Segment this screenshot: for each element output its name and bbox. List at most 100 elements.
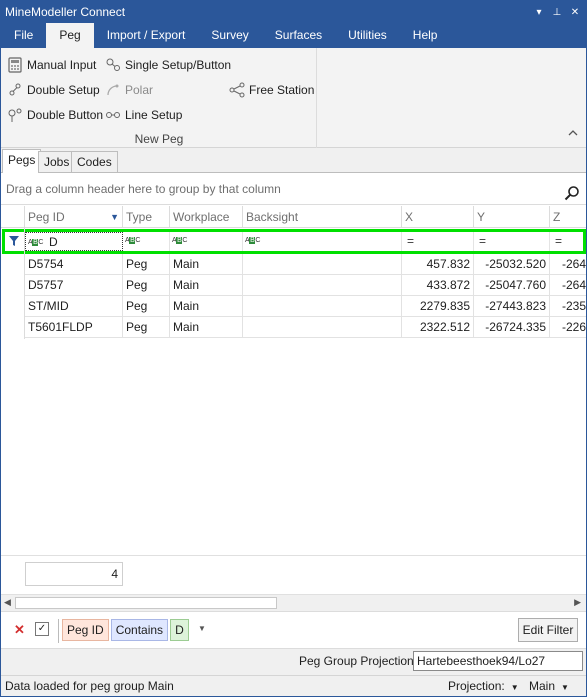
close-icon[interactable]: ✕ — [568, 7, 582, 18]
enable-filter-checkbox[interactable]: ✓ — [35, 622, 49, 636]
projection-dropdown[interactable]: Projection: ▼ — [448, 676, 519, 697]
tab-peg[interactable]: Peg — [46, 23, 94, 48]
ribbon-panel: Manual Input Double Setup Double Button … — [1, 48, 586, 148]
backsight-filter-input[interactable]: ABC — [243, 232, 402, 251]
collapse-ribbon-icon[interactable] — [568, 128, 578, 140]
line-setup-label: Line Setup — [125, 108, 183, 122]
auto-filter-row: ABC D ABC ABC ABC = = = — [2, 229, 586, 254]
z-filter-input[interactable]: = — [550, 232, 583, 251]
x-filter-input[interactable]: = — [402, 232, 474, 251]
table-row[interactable]: T5601FLDP Peg Main 2322.512 -26724.335 -… — [25, 317, 586, 338]
tab-survey[interactable]: Survey — [198, 23, 261, 48]
line-setup-button[interactable]: Line Setup — [105, 105, 182, 125]
clear-filter-icon[interactable]: ✕ — [14, 622, 25, 638]
chevron-down-icon: ▼ — [510, 683, 519, 692]
app-window: MineModeller Connect ▾ ⊥ ✕ File Peg Impo… — [0, 0, 587, 697]
filter-value-chip[interactable]: D — [170, 619, 189, 641]
manual-input-button[interactable]: Manual Input — [7, 55, 96, 75]
filter-active-icon[interactable]: ▼ — [110, 206, 119, 228]
free-station-icon — [229, 82, 245, 98]
cell-z: -235 — [561, 299, 586, 313]
cell-workplace: Main — [170, 254, 243, 275]
cell-peg-id: D5757 — [25, 275, 123, 296]
peg-group-projection-field[interactable]: Hartebeesthoek94/Lo27 — [413, 651, 583, 671]
peg-id-filter-input[interactable]: ABC D — [25, 232, 123, 251]
peg-group-projection-label: Peg Group Projection: — [299, 654, 418, 668]
row-indicator-header — [1, 206, 25, 228]
keypad-icon — [7, 57, 23, 73]
filter-history-dropdown-icon[interactable]: ▼ — [198, 624, 206, 633]
cell-backsight — [243, 275, 402, 296]
cell-y: -26724.335 — [474, 317, 550, 338]
double-button-button[interactable]: Double Button — [7, 105, 103, 125]
tab-utilities[interactable]: Utilities — [335, 23, 400, 48]
scroll-right-icon[interactable]: ▶ — [574, 597, 581, 608]
cell-y: -25047.760 — [474, 275, 550, 296]
equals-icon: = — [479, 234, 487, 248]
tab-codes[interactable]: Codes — [71, 151, 118, 173]
equals-icon: = — [555, 234, 563, 248]
tab-file[interactable]: File — [1, 23, 46, 48]
text-filter-icon: ABC — [125, 237, 140, 245]
pin-icon[interactable]: ⊥ — [550, 7, 564, 18]
tab-pegs[interactable]: Pegs — [2, 149, 42, 174]
text-filter-icon: ABC — [28, 239, 43, 247]
single-setup-button[interactable]: Single Setup/Button — [105, 55, 231, 75]
window-menu-dropdown-icon[interactable]: ▾ — [532, 7, 546, 18]
double-setup-button[interactable]: Double Setup — [7, 80, 100, 100]
tab-help[interactable]: Help — [400, 23, 451, 48]
cell-backsight — [243, 296, 402, 317]
line-setup-icon — [105, 107, 121, 123]
status-bar: Data loaded for peg group Main Projectio… — [1, 675, 586, 696]
row-indicator-column — [1, 228, 25, 339]
cell-y: -27443.823 — [474, 296, 550, 317]
group-by-panel[interactable]: Drag a column header here to group by th… — [1, 173, 586, 205]
cell-workplace: Main — [170, 296, 243, 317]
column-header-z[interactable]: Z — [550, 206, 586, 228]
filter-property-chip[interactable]: Peg ID — [62, 619, 109, 641]
cell-x: 457.832 — [402, 254, 474, 275]
equals-icon: = — [407, 234, 415, 248]
cell-peg-id: D5754 — [25, 254, 123, 275]
peg-group-dropdown[interactable]: Main ▼ — [529, 676, 569, 697]
projection-row: Peg Group Projection: Hartebeesthoek94/L… — [1, 650, 586, 673]
free-station-label: Free Station — [249, 83, 315, 97]
row-count-summary: 4 — [25, 562, 123, 586]
search-icon[interactable] — [564, 181, 580, 201]
filter-expression[interactable]: Peg ID Contains D — [58, 619, 189, 643]
window-title: MineModeller Connect — [5, 5, 126, 19]
column-header-x[interactable]: X — [402, 206, 474, 228]
tab-import-export[interactable]: Import / Export — [94, 23, 199, 48]
tab-surfaces[interactable]: Surfaces — [262, 23, 335, 48]
workplace-filter-input[interactable]: ABC — [170, 232, 243, 251]
double-button-label: Double Button — [27, 108, 104, 122]
column-header-backsight[interactable]: Backsight — [243, 206, 402, 228]
cell-z: -264 — [561, 257, 586, 271]
tab-jobs[interactable]: Jobs — [38, 151, 76, 173]
horizontal-scrollbar[interactable]: ◀ ▶ — [1, 594, 586, 610]
manual-input-label: Manual Input — [27, 58, 97, 72]
cell-x: 433.872 — [402, 275, 474, 296]
scrollbar-thumb[interactable] — [15, 597, 277, 609]
footer-divider — [1, 555, 586, 556]
filter-operator-chip[interactable]: Contains — [110, 619, 169, 641]
y-filter-input[interactable]: = — [474, 232, 550, 251]
scroll-left-icon[interactable]: ◀ — [4, 597, 11, 608]
table-row[interactable]: D5754 Peg Main 457.832 -25032.520 -264 — [25, 254, 586, 275]
text-filter-icon: ABC — [245, 237, 260, 245]
type-filter-input[interactable]: ABC — [123, 232, 170, 251]
table-row[interactable]: D5757 Peg Main 433.872 -25047.760 -264 — [25, 275, 586, 296]
column-header-peg-id[interactable]: Peg ID ▼ — [25, 206, 123, 228]
column-header-type[interactable]: Type — [123, 206, 170, 228]
cell-type: Peg — [123, 296, 170, 317]
free-station-button[interactable]: Free Station — [229, 80, 314, 100]
title-bar: MineModeller Connect ▾ ⊥ ✕ — [1, 1, 586, 23]
cell-backsight — [243, 317, 402, 338]
cell-backsight — [243, 254, 402, 275]
polar-button[interactable]: Polar — [105, 80, 153, 100]
column-header-workplace[interactable]: Workplace — [170, 206, 243, 228]
column-header-y[interactable]: Y — [474, 206, 550, 228]
edit-filter-button[interactable]: Edit Filter — [518, 618, 578, 642]
table-row[interactable]: ST/MID Peg Main 2279.835 -27443.823 -235 — [25, 296, 586, 317]
cell-workplace: Main — [170, 317, 243, 338]
